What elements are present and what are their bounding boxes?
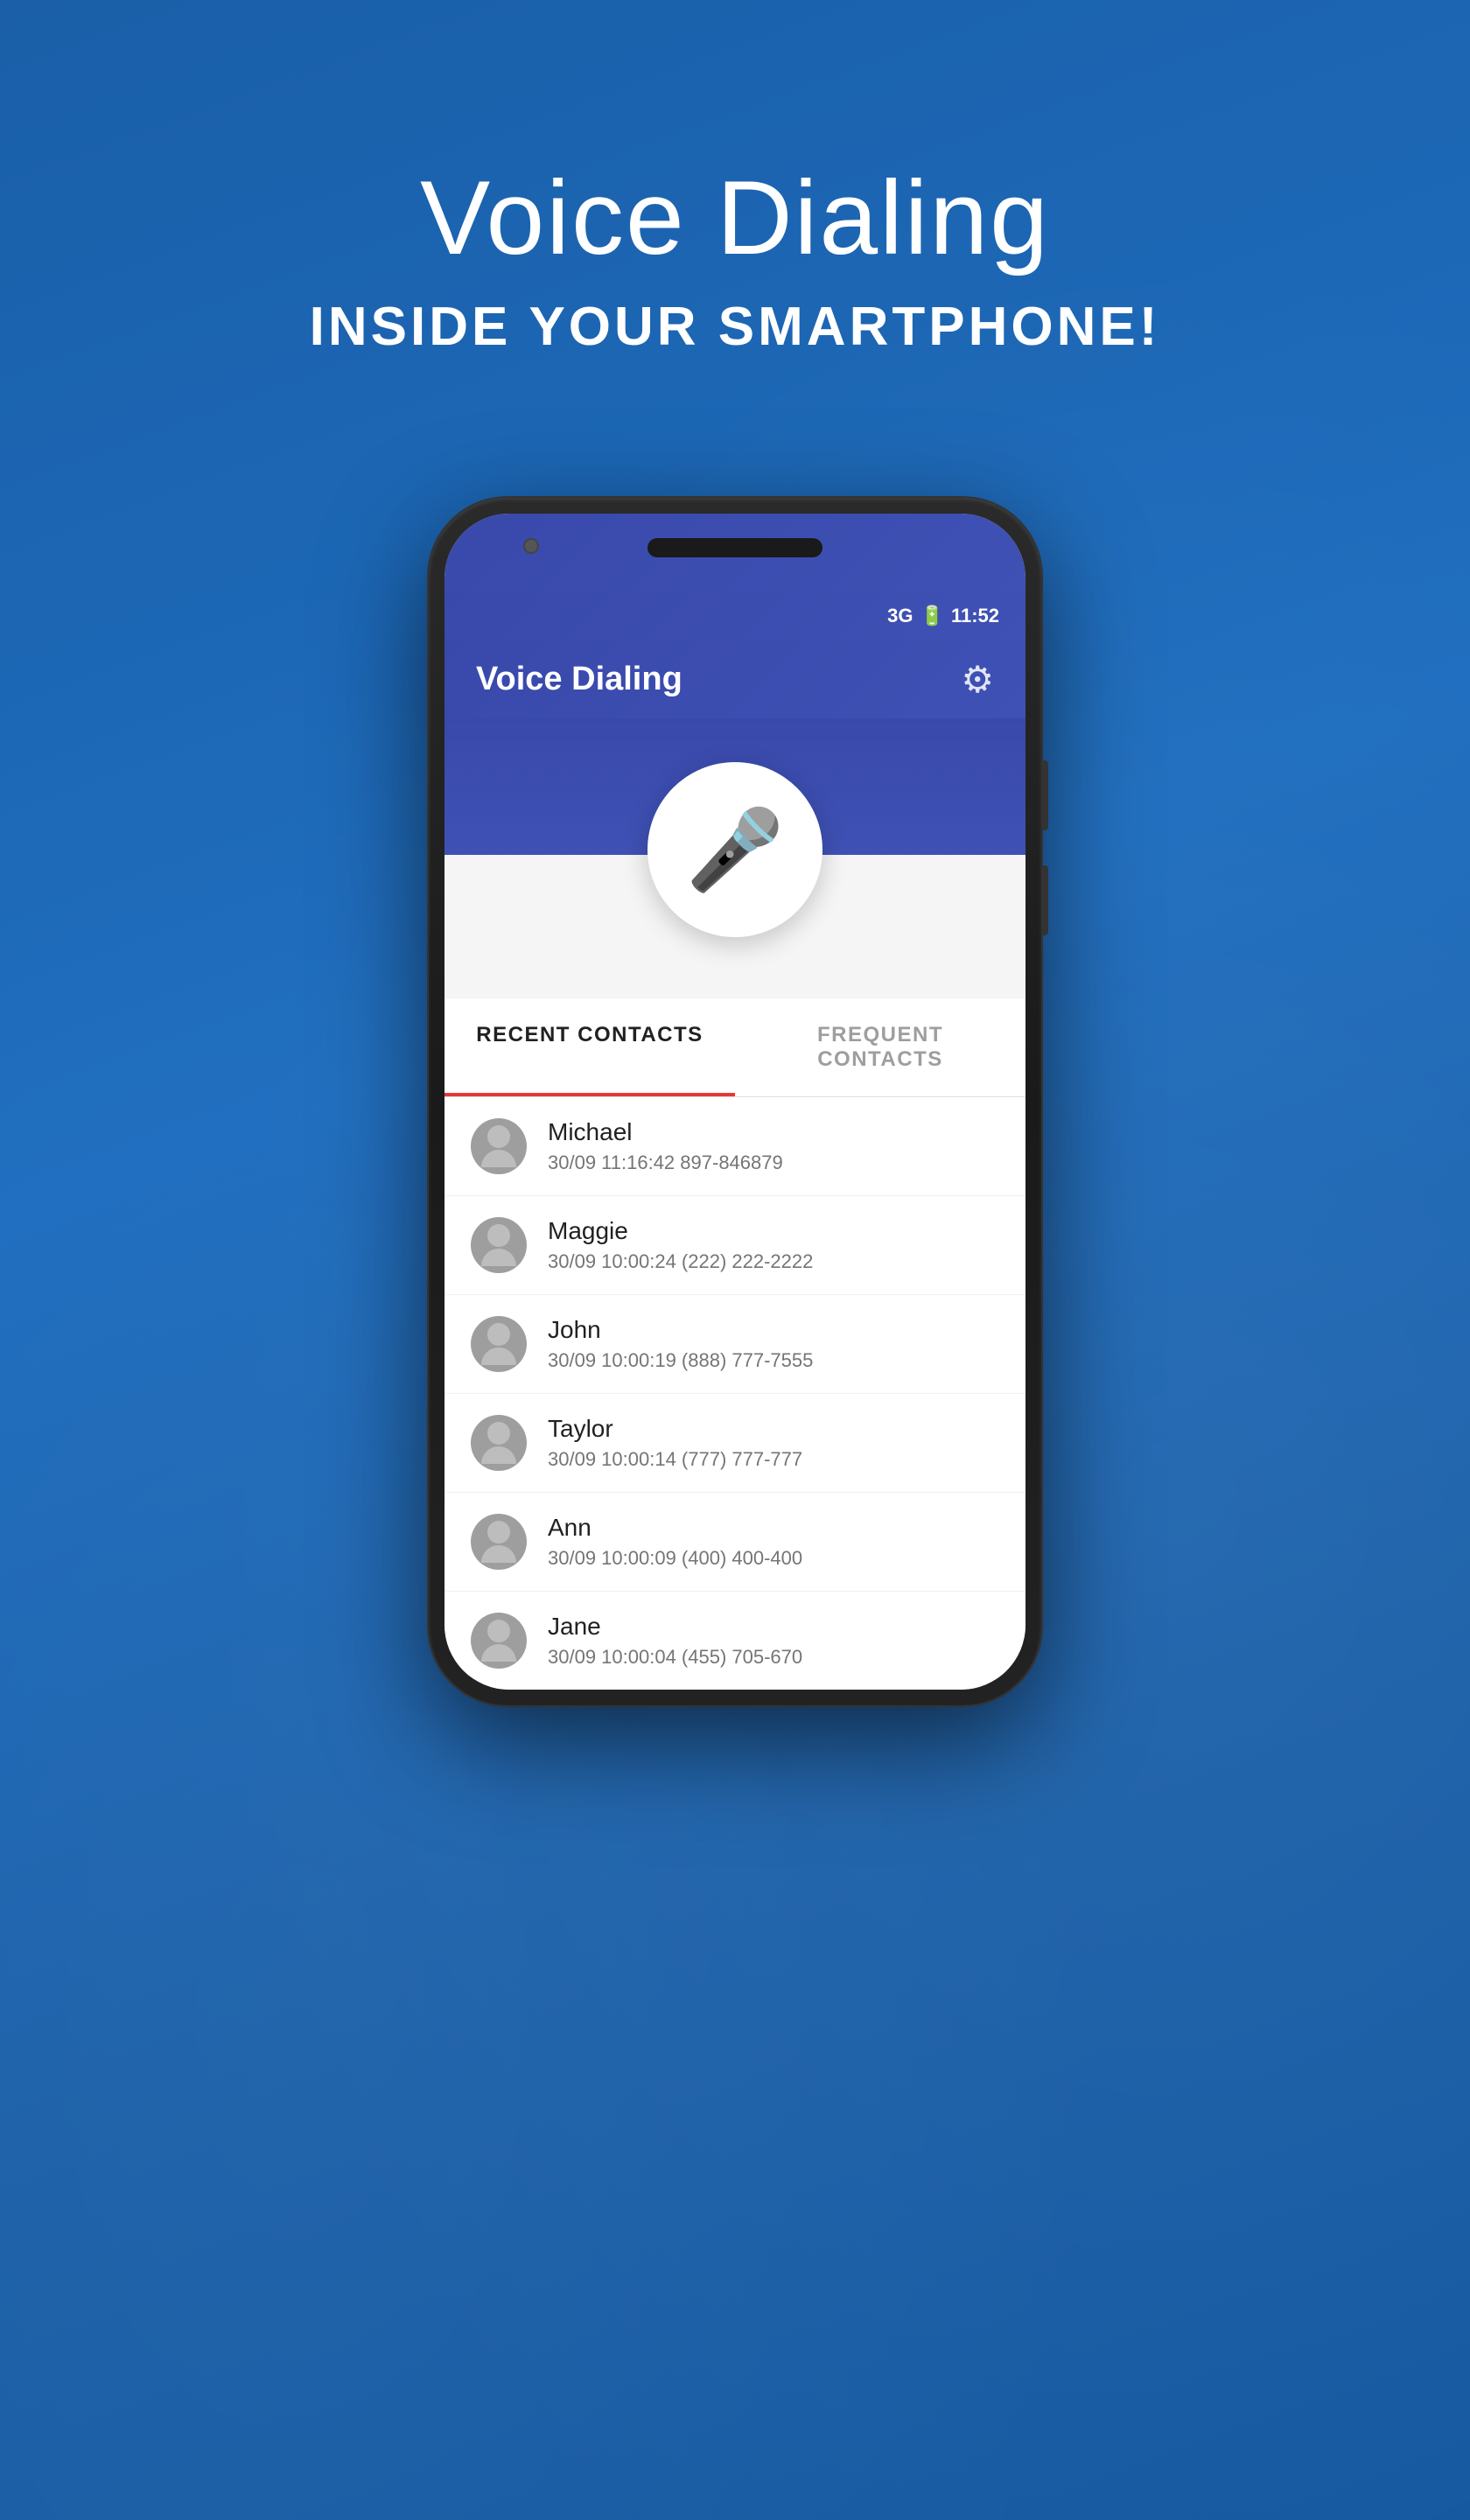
status-bar: 3G 🔋 11:52 xyxy=(444,592,1026,640)
phone-screen: 3G 🔋 11:52 Voice Dialing ⚙ 🎤 xyxy=(444,514,1026,1690)
time-display: 11:52 xyxy=(951,605,999,627)
screen-content: RECENT CONTACTS FREQUENT CONTACTS xyxy=(444,946,1026,1690)
avatar-person-icon xyxy=(481,1521,516,1563)
tabs-section: RECENT CONTACTS FREQUENT CONTACTS xyxy=(444,998,1026,1097)
phone-top-bar xyxy=(444,514,1026,592)
microphone-icon: 🎤 xyxy=(686,804,784,896)
settings-icon[interactable]: ⚙ xyxy=(961,658,994,701)
contact-info-1: Maggie 30/09 10:00:24 (222) 222-2222 xyxy=(548,1217,999,1273)
app-title: Voice Dialing xyxy=(476,661,682,698)
mic-section: 🎤 xyxy=(444,718,1026,946)
avatar-5 xyxy=(471,1613,527,1669)
contact-item-4[interactable]: Ann 30/09 10:00:09 (400) 400-400 xyxy=(444,1493,1026,1592)
phone-mockup: 3G 🔋 11:52 Voice Dialing ⚙ 🎤 xyxy=(429,498,1041,1705)
contact-detail-2: 30/09 10:00:19 (888) 777-7555 xyxy=(548,1349,999,1372)
contact-info-2: John 30/09 10:00:19 (888) 777-7555 xyxy=(548,1316,999,1372)
mic-button[interactable]: 🎤 xyxy=(648,762,822,937)
status-icons: 3G 🔋 11:52 xyxy=(887,605,999,627)
contact-detail-5: 30/09 10:00:04 (455) 705-670 xyxy=(548,1646,999,1669)
phone-speaker xyxy=(648,538,822,557)
contact-item-0[interactable]: Michael 30/09 11:16:42 897-846879 xyxy=(444,1097,1026,1196)
contact-item-1[interactable]: Maggie 30/09 10:00:24 (222) 222-2222 xyxy=(444,1196,1026,1295)
hero-section: Voice Dialing INSIDE YOUR SMARTPHONE! xyxy=(310,158,1161,358)
contact-name-0: Michael xyxy=(548,1118,999,1146)
contact-name-2: John xyxy=(548,1316,999,1344)
contact-name-1: Maggie xyxy=(548,1217,999,1245)
tab-frequent-contacts[interactable]: FREQUENT CONTACTS xyxy=(735,998,1026,1096)
battery-icon: 🔋 xyxy=(920,605,944,627)
contact-name-3: Taylor xyxy=(548,1415,999,1443)
avatar-person-icon xyxy=(481,1125,516,1167)
avatar-person-icon xyxy=(481,1620,516,1662)
contact-item-5[interactable]: Jane 30/09 10:00:04 (455) 705-670 xyxy=(444,1592,1026,1690)
contact-name-4: Ann xyxy=(548,1514,999,1542)
avatar-3 xyxy=(471,1415,527,1471)
contact-detail-3: 30/09 10:00:14 (777) 777-777 xyxy=(548,1448,999,1471)
contact-item-2[interactable]: John 30/09 10:00:19 (888) 777-7555 xyxy=(444,1295,1026,1394)
tab-recent-contacts[interactable]: RECENT CONTACTS xyxy=(444,998,735,1096)
avatar-person-icon xyxy=(481,1224,516,1266)
contact-item-3[interactable]: Taylor 30/09 10:00:14 (777) 777-777 xyxy=(444,1394,1026,1493)
avatar-1 xyxy=(471,1217,527,1273)
contact-info-0: Michael 30/09 11:16:42 897-846879 xyxy=(548,1118,999,1174)
contact-detail-0: 30/09 11:16:42 897-846879 xyxy=(548,1152,999,1174)
hero-subtitle: INSIDE YOUR SMARTPHONE! xyxy=(310,296,1161,358)
avatar-4 xyxy=(471,1514,527,1570)
avatar-2 xyxy=(471,1316,527,1372)
contact-info-5: Jane 30/09 10:00:04 (455) 705-670 xyxy=(548,1613,999,1669)
contact-detail-4: 30/09 10:00:09 (400) 400-400 xyxy=(548,1547,999,1570)
avatar-0 xyxy=(471,1118,527,1174)
phone-outer-shell: 3G 🔋 11:52 Voice Dialing ⚙ 🎤 xyxy=(429,498,1041,1705)
app-bar: Voice Dialing ⚙ xyxy=(444,640,1026,718)
phone-camera xyxy=(523,538,539,554)
contact-name-5: Jane xyxy=(548,1613,999,1641)
network-indicator: 3G xyxy=(887,605,913,627)
avatar-person-icon xyxy=(481,1323,516,1365)
contact-info-3: Taylor 30/09 10:00:14 (777) 777-777 xyxy=(548,1415,999,1471)
hero-title: Voice Dialing xyxy=(310,158,1161,278)
contact-info-4: Ann 30/09 10:00:09 (400) 400-400 xyxy=(548,1514,999,1570)
contact-detail-1: 30/09 10:00:24 (222) 222-2222 xyxy=(548,1250,999,1273)
avatar-person-icon xyxy=(481,1422,516,1464)
contact-list: Michael 30/09 11:16:42 897-846879 xyxy=(444,1097,1026,1690)
